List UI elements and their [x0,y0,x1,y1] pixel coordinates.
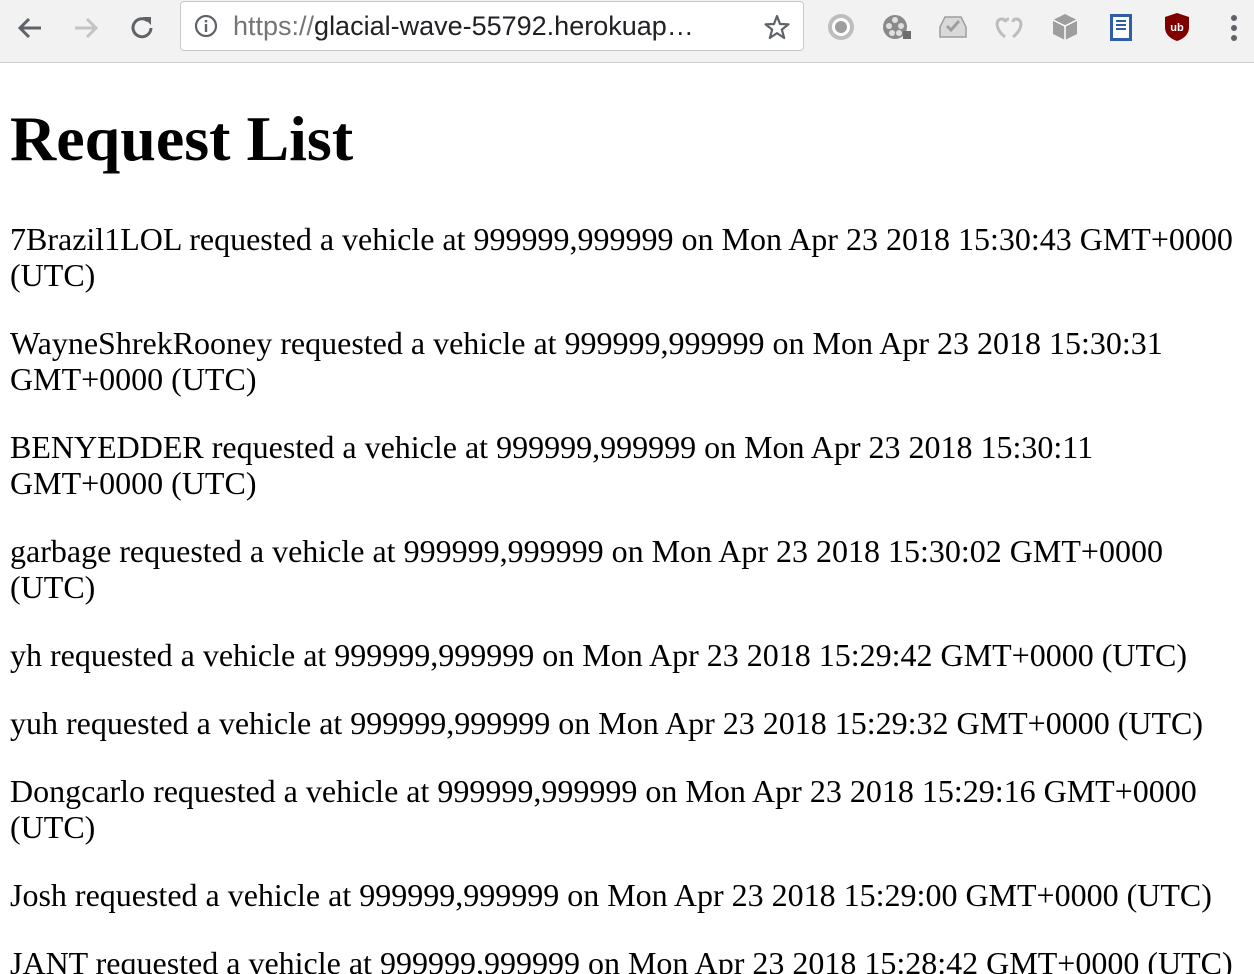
hearts-extension-icon[interactable] [992,10,1026,44]
ublock-label: ub [1170,22,1184,34]
url-text[interactable]: https://glacial-wave-55792.herokuap… [233,11,694,42]
circle-icon [828,14,854,40]
request-item: yuh requested a vehicle at 999999,999999… [10,705,1203,741]
box-icon [1052,14,1078,40]
request-item: Dongcarlo requested a vehicle at 999999,… [10,773,1197,845]
inbox-check-icon [939,16,967,38]
request-item: 7Brazil1LOL requested a vehicle at 99999… [10,221,1233,293]
back-arrow-icon [17,17,41,39]
inbox-check-extension-icon[interactable] [936,10,970,44]
bookmark-star-icon[interactable] [763,13,791,41]
request-item: Josh requested a vehicle at 999999,99999… [10,877,1212,913]
film-reel-extension-icon[interactable] [880,10,914,44]
request-item: yh requested a vehicle at 999999,999999 … [10,637,1187,673]
page-title: Request List [10,103,354,174]
book-icon [1110,14,1132,41]
forward-button[interactable] [66,8,106,48]
circle-extension-icon[interactable] [824,10,858,44]
url-scheme: https:// [233,11,315,41]
url-host: glacial-wave-55792.herokuap… [314,11,694,41]
film-reel-icon [883,15,911,39]
back-button[interactable] [10,8,50,48]
hearts-icon [995,17,1023,39]
ublock-origin-icon[interactable]: ub [1160,10,1194,44]
address-bar[interactable]: https://glacial-wave-55792.herokuap… [180,1,804,51]
ublock-shield-icon: ub [1165,13,1189,41]
request-item: WayneShrekRooney requested a vehicle at … [10,325,1163,397]
reload-button[interactable] [122,8,162,48]
request-item: garbage requested a vehicle at 999999,99… [10,533,1163,605]
forward-arrow-icon [75,17,99,39]
box-extension-icon[interactable] [1048,10,1082,44]
request-item: BENYEDDER requested a vehicle at 999999,… [10,429,1094,501]
page-content: Request List 7Brazil1LOL requested a veh… [0,63,1254,974]
reload-icon [131,17,153,39]
request-item: JANT requested a vehicle at 999999,99999… [10,945,1233,974]
more-options-icon[interactable] [1222,12,1246,44]
info-icon[interactable] [194,14,218,38]
book-extension-icon[interactable] [1104,10,1138,44]
browser-toolbar: https://glacial-wave-55792.herokuap… ub [0,0,1254,63]
